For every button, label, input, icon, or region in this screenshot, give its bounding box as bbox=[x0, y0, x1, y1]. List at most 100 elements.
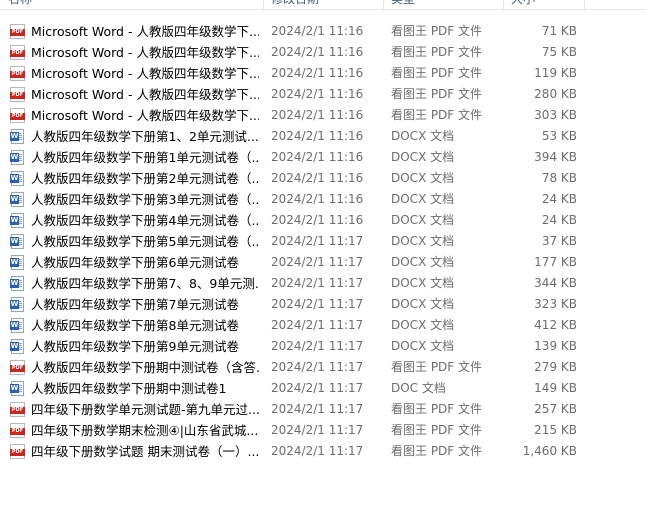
file-row[interactable]: PDF 四年级下册数学试题 期末测试卷（一）... 2024/2/1 11:17 看图… bbox=[0, 441, 646, 462]
file-size: 149 KB bbox=[534, 381, 577, 395]
file-name: 人教版四年级数学下册第3单元测试卷（... bbox=[31, 192, 259, 207]
word-icon-letter: W bbox=[10, 321, 19, 330]
file-icon-cell: PDF bbox=[10, 84, 28, 105]
word-icon-letter: W bbox=[10, 195, 19, 204]
file-date: 2024/2/1 11:16 bbox=[271, 129, 364, 143]
file-row[interactable]: PDF 四年级下册数学期末检测④|山东省武城... 2024/2/1 11:17 看图… bbox=[0, 420, 646, 441]
file-date: 2024/2/1 11:17 bbox=[271, 318, 364, 332]
word-icon-letter: W bbox=[10, 384, 19, 393]
word-icon-letter: W bbox=[10, 300, 19, 309]
file-icon-cell: W bbox=[10, 294, 28, 315]
file-type: 看图王 PDF 文件 bbox=[391, 24, 483, 38]
file-row[interactable]: W 人教版四年级数学下册第9单元测试卷 2024/2/1 11:17 DOCX 文档 1… bbox=[0, 336, 646, 357]
file-date: 2024/2/1 11:16 bbox=[271, 171, 364, 185]
column-size-header[interactable]: 大小 bbox=[503, 0, 583, 9]
file-row[interactable]: PDF 人教版四年级数学下册期中测试卷（含答... 2024/2/1 11:17 看图… bbox=[0, 357, 646, 378]
word-icon-lines bbox=[19, 196, 22, 204]
file-row[interactable]: PDF Microsoft Word - 人教版四年级数学下... 2024/2/1… bbox=[0, 42, 646, 63]
word-icon-lines bbox=[19, 133, 22, 141]
word-icon-lines bbox=[19, 385, 22, 393]
file-date: 2024/2/1 11:16 bbox=[271, 150, 364, 164]
file-row[interactable]: PDF Microsoft Word - 人教版四年级数学下... 2024/2/1… bbox=[0, 21, 646, 42]
column-date-header[interactable]: 修改日期 bbox=[263, 0, 383, 9]
word-icon: W bbox=[10, 213, 24, 228]
file-type: DOCX 文档 bbox=[391, 318, 455, 332]
file-row[interactable]: W 人教版四年级数学下册第8单元测试卷 2024/2/1 11:17 DOCX 文档 4… bbox=[0, 315, 646, 336]
file-type: DOCX 文档 bbox=[391, 234, 455, 248]
file-icon-cell: PDF bbox=[10, 21, 28, 42]
file-row[interactable]: W 人教版四年级数学下册第7、8、9单元测... 2024/2/1 11:17 DOC… bbox=[0, 273, 646, 294]
file-size: 394 KB bbox=[534, 150, 577, 164]
file-row[interactable]: W 人教版四年级数学下册第1、2单元测试... 2024/2/1 11:16 DOCX… bbox=[0, 126, 646, 147]
file-row[interactable]: W 人教版四年级数学下册第5单元测试卷（... 2024/2/1 11:17 DOCX… bbox=[0, 231, 646, 252]
file-icon-cell: W bbox=[10, 336, 28, 357]
pdf-icon: PDF bbox=[10, 66, 25, 81]
file-date: 2024/2/1 11:16 bbox=[271, 45, 364, 59]
file-type: DOCX 文档 bbox=[391, 150, 455, 164]
word-icon: W bbox=[10, 129, 24, 144]
word-icon: W bbox=[10, 171, 24, 186]
file-size: 53 KB bbox=[541, 129, 577, 143]
column-divider[interactable] bbox=[584, 0, 585, 9]
file-name: 人教版四年级数学下册第7单元测试卷 bbox=[31, 297, 239, 312]
file-row[interactable]: PDF Microsoft Word - 人教版四年级数学下... 2024/2/1… bbox=[0, 84, 646, 105]
file-size: 215 KB bbox=[534, 423, 577, 437]
word-icon-letter: W bbox=[10, 237, 19, 246]
file-name: 人教版四年级数学下册第1单元测试卷（... bbox=[31, 150, 259, 165]
file-icon-cell: PDF bbox=[10, 357, 28, 378]
file-date: 2024/2/1 11:16 bbox=[271, 24, 364, 38]
file-date: 2024/2/1 11:17 bbox=[271, 297, 364, 311]
file-date: 2024/2/1 11:17 bbox=[271, 444, 364, 458]
file-icon-cell: W bbox=[10, 315, 28, 336]
word-icon: W bbox=[10, 297, 24, 312]
file-name: 人教版四年级数学下册第9单元测试卷 bbox=[31, 339, 239, 354]
file-row[interactable]: W 人教版四年级数学下册第1单元测试卷（... 2024/2/1 11:16 DOCX… bbox=[0, 147, 646, 168]
column-name-header[interactable]: 名称 bbox=[0, 0, 262, 9]
pdf-icon: PDF bbox=[10, 444, 25, 459]
pdf-icon-label: PDF bbox=[10, 92, 25, 99]
file-name: 人教版四年级数学下册第2单元测试卷（... bbox=[31, 171, 259, 186]
file-date: 2024/2/1 11:16 bbox=[271, 192, 364, 206]
file-size: 71 KB bbox=[541, 24, 577, 38]
column-type-header[interactable]: 类型 bbox=[383, 0, 503, 9]
file-type: 看图王 PDF 文件 bbox=[391, 87, 483, 101]
file-name: 人教版四年级数学下册第4单元测试卷（... bbox=[31, 213, 259, 228]
word-icon-lines bbox=[19, 154, 22, 162]
word-icon: W bbox=[10, 234, 24, 249]
file-icon-cell: PDF bbox=[10, 63, 28, 84]
file-type: DOCX 文档 bbox=[391, 213, 455, 227]
file-row[interactable]: W 人教版四年级数学下册第3单元测试卷（... 2024/2/1 11:16 DOCX… bbox=[0, 189, 646, 210]
file-size: 303 KB bbox=[534, 108, 577, 122]
file-size: 257 KB bbox=[534, 402, 577, 416]
file-date: 2024/2/1 11:17 bbox=[271, 360, 364, 374]
file-size: 279 KB bbox=[534, 360, 577, 374]
file-type: 看图王 PDF 文件 bbox=[391, 108, 483, 122]
pdf-icon-label: PDF bbox=[10, 71, 25, 78]
word-icon-lines bbox=[19, 238, 22, 246]
file-date: 2024/2/1 11:17 bbox=[271, 255, 364, 269]
word-icon: W bbox=[10, 276, 24, 291]
file-date: 2024/2/1 11:17 bbox=[271, 234, 364, 248]
file-date: 2024/2/1 11:16 bbox=[271, 66, 364, 80]
file-row[interactable]: W 人教版四年级数学下册第2单元测试卷（... 2024/2/1 11:16 DOCX… bbox=[0, 168, 646, 189]
file-size: 280 KB bbox=[534, 87, 577, 101]
file-row[interactable]: W 人教版四年级数学下册期中测试卷1 2024/2/1 11:17 DOC 文档 149… bbox=[0, 378, 646, 399]
file-name: 人教版四年级数学下册期中测试卷（含答... bbox=[31, 360, 259, 375]
file-row[interactable]: W 人教版四年级数学下册第4单元测试卷（... 2024/2/1 11:16 DOCX… bbox=[0, 210, 646, 231]
file-icon-cell: W bbox=[10, 378, 28, 399]
file-row[interactable]: PDF 四年级下册数学单元测试题-第九单元过... 2024/2/1 11:17 看图… bbox=[0, 399, 646, 420]
file-row[interactable]: W 人教版四年级数学下册第6单元测试卷 2024/2/1 11:17 DOCX 文档 1… bbox=[0, 252, 646, 273]
word-icon: W bbox=[10, 318, 24, 333]
file-row[interactable]: W 人教版四年级数学下册第7单元测试卷 2024/2/1 11:17 DOCX 文档 3… bbox=[0, 294, 646, 315]
word-icon: W bbox=[10, 381, 24, 396]
file-row[interactable]: PDF Microsoft Word - 人教版四年级数学下... 2024/2/1… bbox=[0, 105, 646, 126]
file-size: 177 KB bbox=[534, 255, 577, 269]
file-name: 四年级下册数学期末检测④|山东省武城... bbox=[31, 423, 259, 438]
file-row[interactable]: PDF Microsoft Word - 人教版四年级数学下... 2024/2/1… bbox=[0, 63, 646, 84]
pdf-icon: PDF bbox=[10, 360, 25, 375]
file-icon-cell: W bbox=[10, 147, 28, 168]
pdf-icon: PDF bbox=[10, 24, 25, 39]
word-icon-letter: W bbox=[10, 132, 19, 141]
column-header: 名称 修改日期 类型 大小 bbox=[0, 0, 646, 10]
file-date: 2024/2/1 11:17 bbox=[271, 402, 364, 416]
